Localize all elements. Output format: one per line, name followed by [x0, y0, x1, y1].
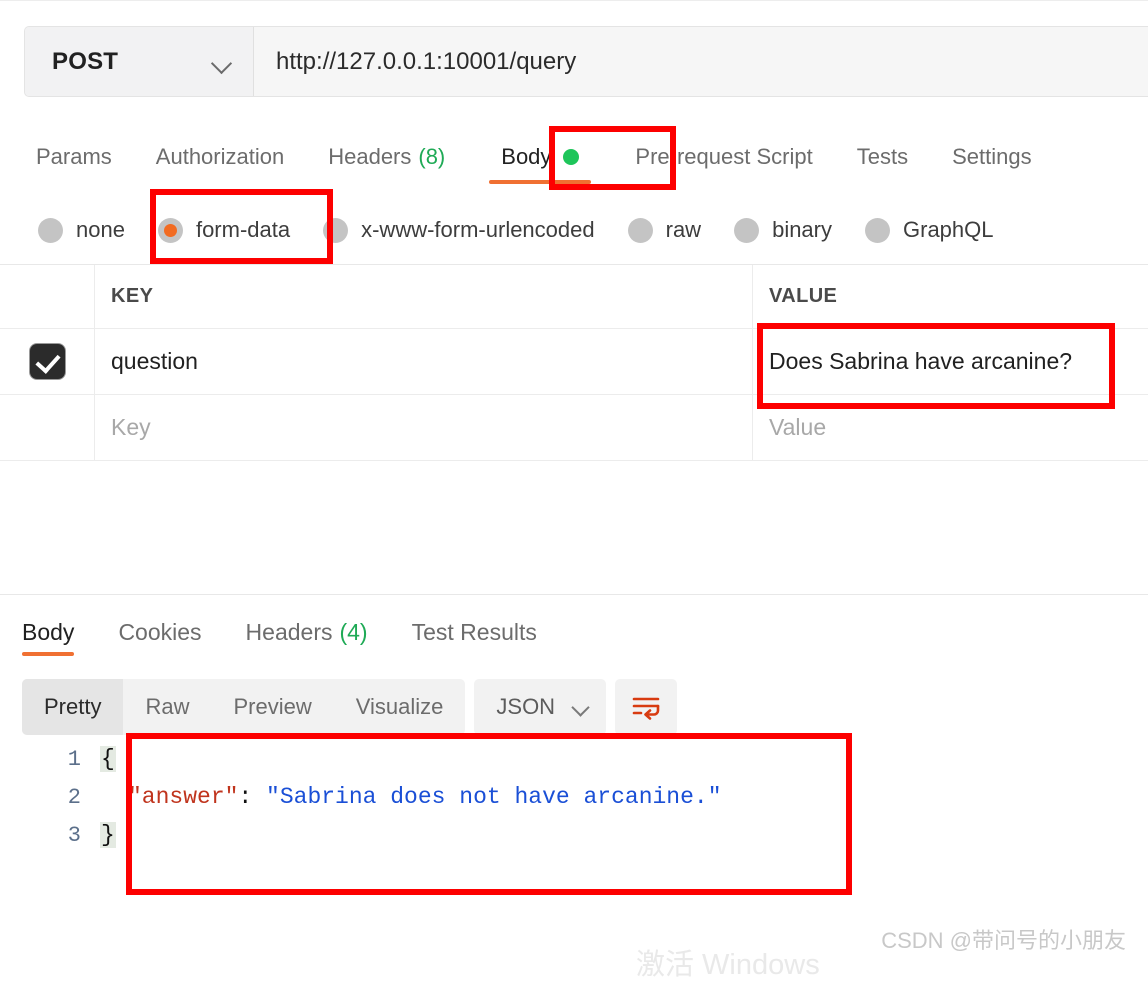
radio-icon-none	[38, 217, 63, 243]
row-checkbox-cell	[0, 329, 95, 394]
view-mode-raw[interactable]: Raw	[123, 679, 211, 735]
tab-settings[interactable]: Settings	[952, 122, 1032, 192]
tab-pre-request-script-label: Pre-request Script	[635, 144, 813, 169]
json-close-brace: }	[100, 822, 116, 848]
json-open-brace: {	[100, 746, 116, 772]
tab-tests[interactable]: Tests	[857, 122, 908, 192]
table-header-row: KEY VALUE	[0, 265, 1148, 329]
table-header-key: KEY	[95, 265, 753, 328]
http-method-label: POST	[52, 47, 119, 75]
body-type-radio-group: none form-data x-www-form-urlencoded raw…	[0, 196, 1148, 264]
response-active-tab-underline	[22, 652, 75, 656]
radio-icon-x-www-form-urlencoded	[323, 217, 349, 243]
form-data-table: KEY VALUE question Does Sabrina have arc…	[0, 264, 1148, 461]
table-row-empty[interactable]: Key Value	[0, 395, 1148, 461]
url-bar-container: POST http://127.0.0.1:10001/query	[24, 26, 1148, 97]
body-type-raw-label: raw	[665, 217, 702, 242]
code-content: "answer": "Sabrina does not have arcanin…	[100, 784, 722, 810]
row-key-input[interactable]: question	[95, 329, 753, 394]
body-type-form-data[interactable]: form-data	[157, 217, 291, 243]
json-colon: :	[238, 784, 267, 810]
response-body-code[interactable]: 1 { 2 "answer": "Sabrina does not have a…	[0, 740, 1148, 920]
body-type-none[interactable]: none	[38, 217, 125, 243]
csdn-watermark: CSDN @带问号的小朋友	[881, 928, 1126, 953]
row-checkbox[interactable]	[29, 344, 65, 379]
tab-headers-label: Headers	[328, 144, 412, 169]
chevron-down-icon	[572, 702, 590, 713]
code-line: 1 {	[0, 740, 1148, 778]
tab-tests-label: Tests	[856, 144, 909, 169]
code-content: {	[100, 746, 116, 772]
view-mode-group: Pretty Raw Preview Visualize	[22, 679, 466, 735]
body-type-raw[interactable]: raw	[627, 217, 702, 243]
url-input[interactable]: http://127.0.0.1:10001/query	[254, 27, 1148, 96]
body-type-none-label: none	[76, 217, 125, 242]
radio-icon-raw	[627, 217, 653, 243]
radio-icon-form-data	[157, 217, 183, 243]
tab-pre-request-script[interactable]: Pre-request Script	[635, 122, 812, 192]
response-format-toolbar: Pretty Raw Preview Visualize JSON	[22, 679, 678, 735]
wrap-text-icon[interactable]	[615, 679, 678, 735]
view-mode-pretty[interactable]: Pretty	[22, 679, 124, 735]
code-content: }	[100, 822, 116, 848]
table-row[interactable]: question Does Sabrina have arcanine?	[0, 329, 1148, 395]
line-number: 1	[67, 746, 81, 772]
code-line: 3 }	[0, 816, 1148, 854]
body-type-graphql[interactable]: GraphQL	[865, 217, 994, 243]
request-tabs: Params Authorization Headers (8) Body Pr…	[0, 122, 1148, 192]
empty-row-checkbox-cell	[0, 395, 95, 460]
tab-body-label: Body	[501, 144, 552, 169]
windows-activation-watermark: 激活 Windows	[636, 949, 820, 981]
line-number: 3	[67, 822, 81, 848]
response-tab-test-results[interactable]: Test Results	[412, 596, 537, 668]
response-tab-body-label: Body	[22, 618, 75, 645]
tab-authorization-label: Authorization	[155, 144, 285, 169]
body-type-binary-label: binary	[772, 217, 832, 242]
tab-body[interactable]: Body	[489, 122, 592, 192]
response-format-label: JSON	[496, 694, 556, 719]
response-format-select[interactable]: JSON	[474, 679, 607, 735]
body-type-graphql-label: GraphQL	[903, 217, 994, 242]
tab-params[interactable]: Params	[36, 122, 112, 192]
code-line: 2 "answer": "Sabrina does not have arcan…	[0, 778, 1148, 816]
response-tab-headers-label: Headers	[245, 618, 333, 645]
body-type-form-data-label: form-data	[195, 217, 291, 242]
tab-params-label: Params	[36, 144, 112, 169]
radio-icon-binary	[734, 217, 760, 243]
tab-headers[interactable]: Headers (8)	[328, 122, 445, 192]
empty-row-value-input[interactable]: Value	[753, 395, 1148, 460]
body-type-x-www-form-urlencoded[interactable]: x-www-form-urlencoded	[323, 217, 595, 243]
body-type-binary[interactable]: binary	[734, 217, 832, 243]
body-type-x-www-form-urlencoded-label: x-www-form-urlencoded	[361, 217, 595, 242]
line-number: 2	[67, 784, 81, 810]
unsaved-dot-icon	[563, 149, 580, 165]
row-value-input[interactable]: Does Sabrina have arcanine?	[753, 329, 1148, 394]
response-tab-cookies[interactable]: Cookies	[118, 596, 201, 668]
table-header-value: VALUE	[769, 285, 838, 307]
json-key: "answer"	[128, 784, 239, 810]
chevron-down-icon	[211, 56, 233, 68]
table-header-checkbox-cell	[0, 265, 95, 328]
tab-authorization[interactable]: Authorization	[156, 122, 284, 192]
empty-row-key-input[interactable]: Key	[95, 395, 753, 460]
response-tab-body[interactable]: Body	[22, 596, 75, 668]
view-mode-preview[interactable]: Preview	[211, 679, 333, 735]
request-url-bar: POST http://127.0.0.1:10001/query	[0, 0, 1148, 122]
response-tab-cookies-label: Cookies	[118, 618, 202, 645]
tab-settings-label: Settings	[952, 144, 1032, 169]
tab-headers-count: (8)	[418, 144, 446, 169]
radio-icon-graphql	[865, 217, 890, 243]
http-method-select[interactable]: POST	[25, 27, 254, 96]
response-tab-headers[interactable]: Headers (4)	[246, 596, 368, 668]
table-empty-space	[0, 460, 1148, 595]
response-tab-headers-count: (4)	[339, 618, 368, 645]
json-string-value: "Sabrina does not have arcanine."	[266, 784, 722, 810]
view-mode-visualize[interactable]: Visualize	[334, 679, 466, 735]
response-tabs: Body Cookies Headers (4) Test Results	[0, 596, 1148, 668]
active-tab-underline	[489, 180, 592, 184]
response-tab-test-results-label: Test Results	[411, 618, 537, 645]
